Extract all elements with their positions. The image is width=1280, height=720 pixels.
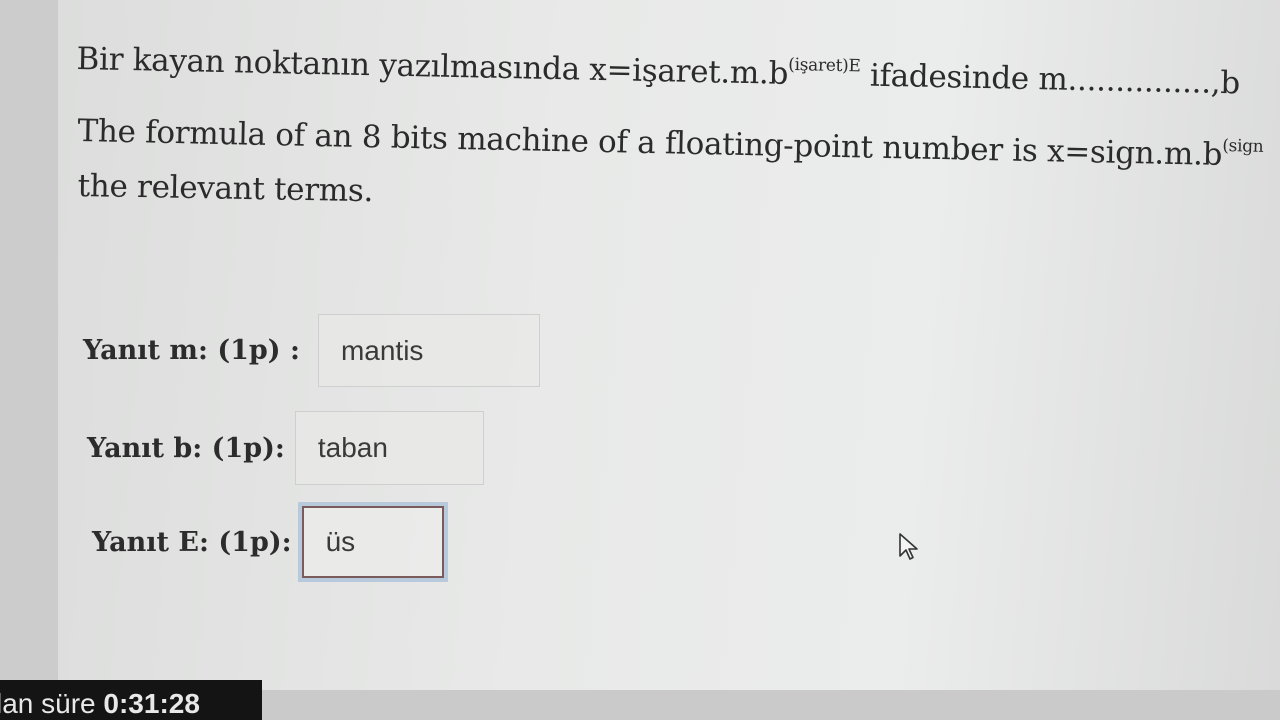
mouse-pointer-icon (899, 533, 918, 560)
question-text-english-line2: the relevant terms. (77, 168, 374, 210)
answer-label-e: Yanıt E: (1p): (92, 526, 292, 558)
answer-input-b[interactable] (294, 411, 484, 485)
answer-row-m: Yanıt m: (1p) : (83, 314, 540, 387)
timer-label: lan süre (0, 688, 96, 719)
question-en-exponent: (sign (1222, 135, 1264, 157)
answer-row-b: Yanıt b: (1p): (87, 411, 484, 485)
answer-row-e: Yanıt E: (1p): (92, 506, 444, 578)
timer-value: 0:31:28 (103, 688, 200, 719)
answer-label-b: Yanıt b: (1p): (87, 432, 285, 464)
page-margin (0, 0, 58, 690)
remaining-time-badge: lan süre 0:31:28 (0, 680, 262, 720)
question-tr-exponent: (işaret)E (788, 54, 861, 77)
answer-label-m: Yanıt m: (1p) : (83, 335, 300, 366)
answer-input-e[interactable] (301, 506, 444, 578)
answer-input-m[interactable] (317, 314, 540, 387)
